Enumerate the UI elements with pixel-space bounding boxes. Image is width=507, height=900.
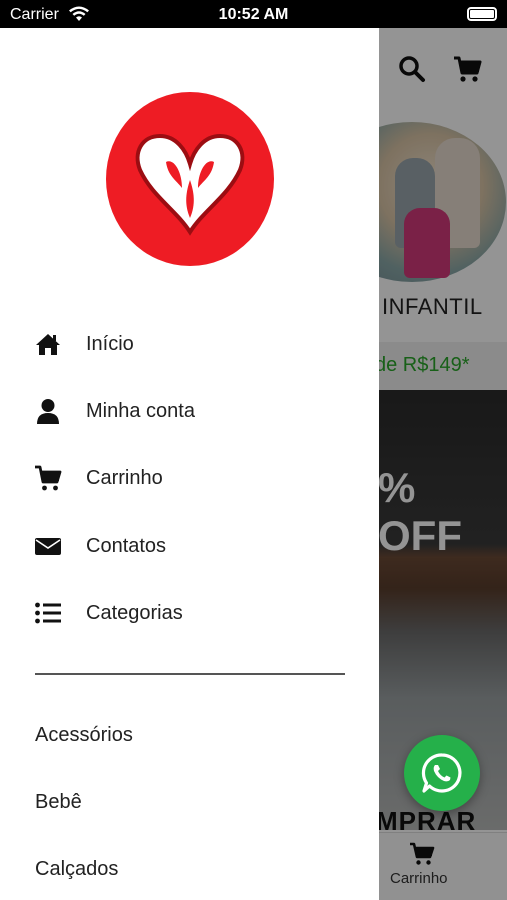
menu-item-contatos[interactable]: Contatos bbox=[0, 516, 379, 576]
menu-item-minha-conta[interactable]: Minha conta bbox=[0, 381, 379, 441]
menu-item-categorias[interactable]: Categorias bbox=[0, 583, 379, 643]
user-icon bbox=[37, 399, 59, 424]
cart-icon bbox=[35, 465, 62, 491]
menu-item-label: Minha conta bbox=[86, 399, 195, 422]
menu-item-carrinho[interactable]: Carrinho bbox=[0, 448, 379, 508]
envelope-icon bbox=[35, 538, 61, 555]
home-icon bbox=[36, 334, 60, 355]
menu-item-label: Categorias bbox=[86, 601, 183, 624]
status-bar: Carrier 10:52 AM bbox=[0, 0, 507, 28]
menu-item-label: Contatos bbox=[86, 534, 167, 557]
menu-item-label: Carrinho bbox=[86, 466, 163, 489]
battery-icon bbox=[467, 7, 497, 21]
clock: 10:52 AM bbox=[218, 6, 289, 23]
category-item-acessorios[interactable]: Acessórios bbox=[35, 724, 133, 747]
category-item-calcados[interactable]: Calçados bbox=[35, 858, 118, 881]
menu-item-inicio[interactable]: Início bbox=[0, 314, 379, 374]
divider bbox=[35, 673, 345, 675]
brand-logo[interactable] bbox=[106, 92, 274, 266]
list-icon bbox=[35, 602, 61, 624]
category-item-bebe[interactable]: Bebê bbox=[35, 791, 82, 814]
heart-logo-icon bbox=[135, 133, 245, 236]
navigation-drawer: Início Minha conta Carrinho Contatos Cat… bbox=[0, 28, 379, 900]
menu-item-label: Início bbox=[86, 332, 134, 355]
